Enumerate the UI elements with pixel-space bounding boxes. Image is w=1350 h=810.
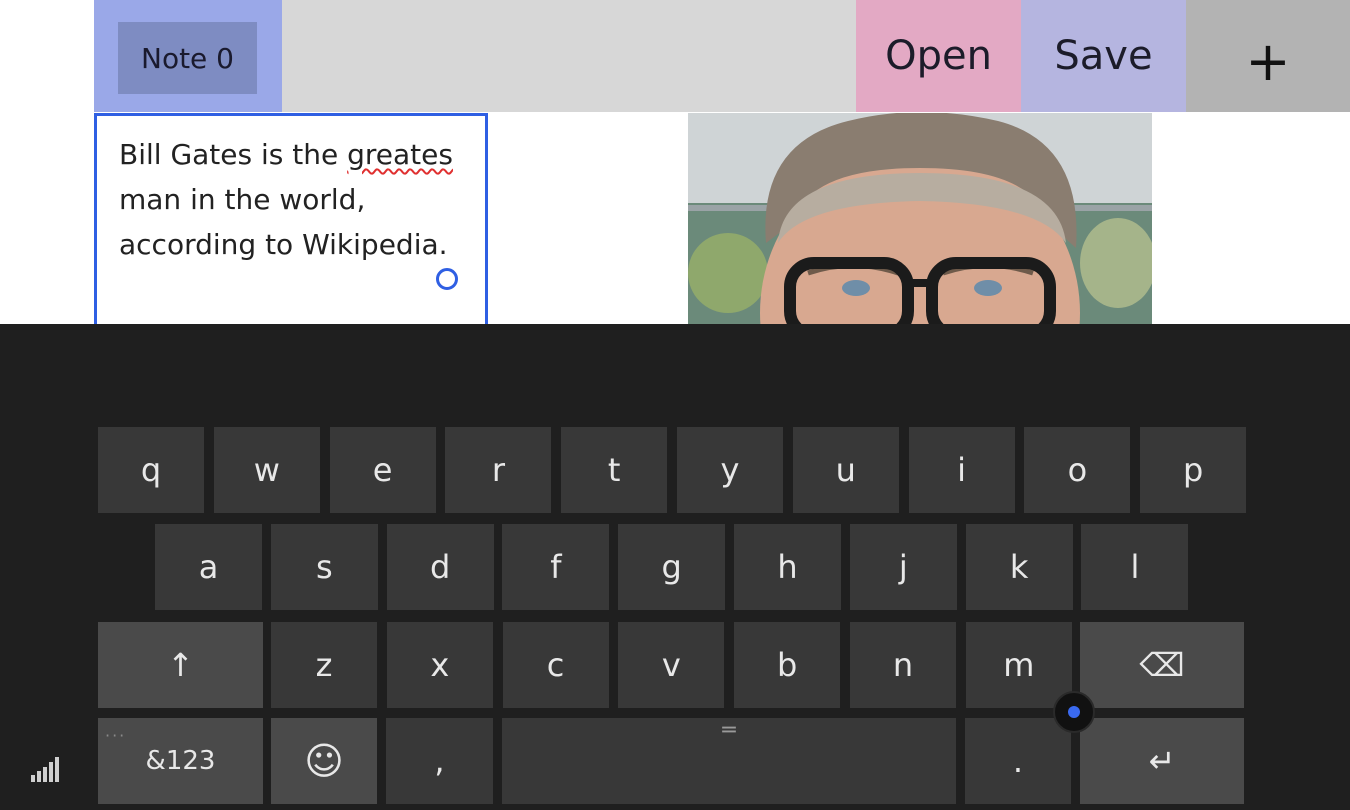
signal-strength-icon	[31, 756, 63, 782]
note-tab[interactable]: Note 0	[94, 0, 282, 112]
key-g[interactable]: g	[618, 524, 726, 610]
emoji-key[interactable]: ☺	[271, 718, 377, 804]
key-v[interactable]: v	[618, 622, 725, 708]
note-text[interactable]: Bill Gates is the greates man in the wor…	[119, 132, 469, 267]
more-dots: ···	[105, 726, 127, 745]
backspace-key[interactable]: ⌫	[1080, 622, 1244, 708]
key-d[interactable]: d	[386, 524, 494, 610]
key-w[interactable]: w	[213, 427, 320, 513]
add-button[interactable]: +	[1186, 0, 1350, 112]
text-cursor-handle[interactable]	[436, 268, 458, 290]
open-button[interactable]: Open	[856, 0, 1021, 112]
save-button[interactable]: Save	[1021, 0, 1186, 112]
key-i[interactable]: i	[908, 427, 1015, 513]
portrait-image	[688, 113, 1152, 327]
portrait-illustration	[688, 113, 1152, 327]
period-key[interactable]: .	[965, 718, 1071, 804]
note-text-rest: man in the world, according to Wikipedia…	[119, 183, 448, 261]
key-n[interactable]: n	[850, 622, 956, 708]
key-f[interactable]: f	[502, 524, 610, 610]
key-h[interactable]: h	[734, 524, 841, 610]
key-l[interactable]: l	[1081, 524, 1189, 610]
key-j[interactable]: j	[849, 524, 957, 610]
key-c[interactable]: c	[502, 622, 609, 708]
key-a[interactable]: a	[155, 524, 262, 610]
cursor-joystick[interactable]	[1053, 691, 1095, 733]
key-r[interactable]: r	[445, 427, 552, 513]
note-editor[interactable]: Bill Gates is the greates man in the wor…	[94, 113, 488, 353]
comma-key[interactable]: ,	[386, 718, 493, 804]
space-bar[interactable]: ═	[502, 718, 956, 804]
key-o[interactable]: o	[1024, 427, 1131, 513]
key-q[interactable]: q	[98, 427, 204, 513]
key-x[interactable]: x	[386, 622, 493, 708]
misspelled-word[interactable]: greates	[347, 138, 453, 171]
enter-key[interactable]: ↵	[1080, 718, 1244, 804]
key-u[interactable]: u	[792, 427, 899, 513]
key-k[interactable]: k	[965, 524, 1073, 610]
key-e[interactable]: e	[329, 427, 436, 513]
note-text-prefix: Bill Gates is the	[119, 138, 348, 171]
key-y[interactable]: y	[677, 427, 783, 513]
key-m[interactable]: m	[965, 622, 1072, 708]
key-t[interactable]: t	[561, 427, 668, 513]
cursor-joystick-dot	[1068, 706, 1080, 718]
key-p[interactable]: p	[1140, 427, 1247, 513]
shift-key[interactable]: ↑	[98, 622, 263, 708]
note-tab-label[interactable]: Note 0	[118, 22, 257, 94]
key-s[interactable]: s	[270, 524, 378, 610]
key-z[interactable]: z	[271, 622, 377, 708]
key-b[interactable]: b	[734, 622, 841, 708]
